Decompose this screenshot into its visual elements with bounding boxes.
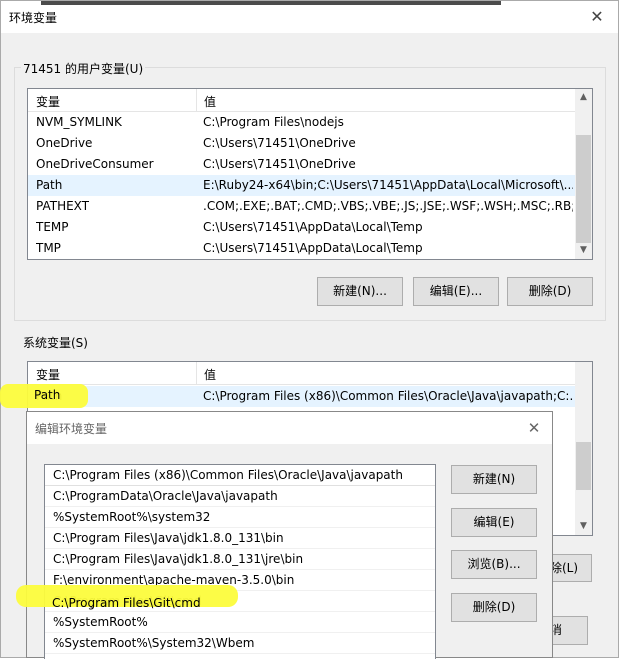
close-icon[interactable]: ✕: [586, 6, 608, 28]
list-header: 变量 值: [28, 89, 592, 112]
user-delete-button[interactable]: 删除(D): [507, 277, 593, 306]
system-path-highlighted: Path: [34, 388, 61, 402]
dialog-title: 环境变量: [9, 11, 58, 25]
cancel-button[interactable]: 消: [548, 616, 588, 645]
list-item[interactable]: %SystemRoot%\system32: [45, 507, 435, 528]
var-value: C:\Program Files\nodejs: [203, 115, 344, 129]
var-value: C:\Users\71451\AppData\Local\Temp: [203, 220, 423, 234]
var-name: PATHEXT: [36, 199, 90, 213]
system-variables-label: 系统变量(S): [23, 336, 88, 350]
path-browse-button[interactable]: 浏览(B)...: [451, 550, 537, 579]
list-item[interactable]: C:\Program Files\Java\jdk1.8.0_131\jre\b…: [45, 549, 435, 570]
vertical-scrollbar[interactable]: ▲ ▼: [575, 89, 592, 259]
title-bar: 环境变量 ✕: [1, 1, 618, 33]
user-edit-button[interactable]: 编辑(E)...: [413, 277, 499, 306]
list-item[interactable]: C:\ProgramData\Oracle\Java\javapath: [45, 486, 435, 507]
var-value: C:\Users\71451\AppData\Local\Temp: [203, 241, 423, 255]
scrollbar-thumb[interactable]: [576, 442, 591, 490]
var-name: NVM_SYMLINK: [36, 115, 122, 129]
list-item[interactable]: C:\Program Files\Java\jdk1.8.0_131\bin: [45, 528, 435, 549]
table-row-selected[interactable]: Path E:\Ruby24-x64\bin;C:\Users\71451\App…: [28, 175, 592, 196]
git-path-highlighted: C:\Program Files\Git\cmd: [52, 596, 201, 610]
var-value: .COM;.EXE;.BAT;.CMD;.VBS;.VBE;.JS;.JSE;.…: [203, 199, 573, 213]
table-row[interactable]: OneDrive C:\Users\71451\OneDrive: [28, 133, 592, 154]
list-item[interactable]: %SystemRoot%: [45, 612, 435, 633]
list-header: 变量 值: [28, 362, 592, 385]
column-header-value[interactable]: 值: [204, 93, 216, 110]
occluded-window-strip: [41, 1, 501, 5]
path-list[interactable]: C:\Program Files (x86)\Common Files\Orac…: [44, 464, 436, 659]
column-header-value[interactable]: 值: [204, 366, 216, 383]
var-name: TMP: [36, 241, 61, 255]
table-row[interactable]: OneDriveConsumer C:\Users\71451\OneDrive: [28, 154, 592, 175]
list-item[interactable]: C:\Program Files (x86)\Common Files\Orac…: [45, 465, 435, 486]
var-value: C:\Program Files (x86)\Common Files\Orac…: [203, 389, 573, 403]
list-item[interactable]: %SystemRoot%\System32\Wbem: [45, 633, 435, 654]
table-row-selected[interactable]: Path C:\Program Files (x86)\Common Files\…: [28, 386, 592, 407]
table-row[interactable]: PATHEXT .COM;.EXE;.BAT;.CMD;.VBS;.VBE;.JS…: [28, 196, 592, 217]
user-new-button[interactable]: 新建(N)...: [317, 277, 403, 306]
var-value: C:\Users\71451\OneDrive: [203, 136, 356, 150]
title-bar: 编辑环境变量 ✕: [27, 412, 552, 444]
dialog-title: 编辑环境变量: [35, 422, 108, 436]
scroll-down-icon[interactable]: ▼: [575, 518, 592, 535]
user-variables-list[interactable]: 变量 值 NVM_SYMLINK C:\Program Files\nodejs …: [27, 88, 593, 260]
column-header-variable[interactable]: 变量: [36, 366, 60, 383]
var-name: OneDriveConsumer: [36, 157, 154, 171]
scroll-down-icon[interactable]: ▼: [575, 242, 592, 259]
close-icon[interactable]: ✕: [524, 418, 544, 438]
system-delete-label: 除(L): [550, 561, 579, 575]
path-delete-button[interactable]: 删除(D): [451, 593, 537, 622]
var-value: E:\Ruby24-x64\bin;C:\Users\71451\AppData…: [203, 178, 573, 192]
table-row[interactable]: NVM_SYMLINK C:\Program Files\nodejs: [28, 112, 592, 133]
table-row[interactable]: TEMP C:\Users\71451\AppData\Local\Temp: [28, 217, 592, 238]
scrollbar-thumb[interactable]: [576, 135, 591, 243]
user-variables-label: 71451 的用户变量(U): [21, 60, 146, 77]
var-name: Path: [36, 178, 63, 192]
system-delete-button[interactable]: 除(L): [548, 554, 592, 582]
column-header-variable[interactable]: 变量: [36, 93, 60, 110]
var-name: TEMP: [36, 220, 69, 234]
edit-environment-variable-dialog: 编辑环境变量 ✕ C:\Program Files (x86)\Common F…: [26, 411, 553, 659]
scroll-up-icon[interactable]: ▲: [575, 89, 592, 106]
table-row[interactable]: TMP C:\Users\71451\AppData\Local\Temp: [28, 238, 592, 259]
path-new-button[interactable]: 新建(N): [451, 465, 537, 494]
var-name: OneDrive: [36, 136, 93, 150]
path-edit-button[interactable]: 编辑(E): [451, 508, 537, 537]
var-value: C:\Users\71451\OneDrive: [203, 157, 356, 171]
vertical-scrollbar[interactable]: ▼: [575, 362, 592, 535]
